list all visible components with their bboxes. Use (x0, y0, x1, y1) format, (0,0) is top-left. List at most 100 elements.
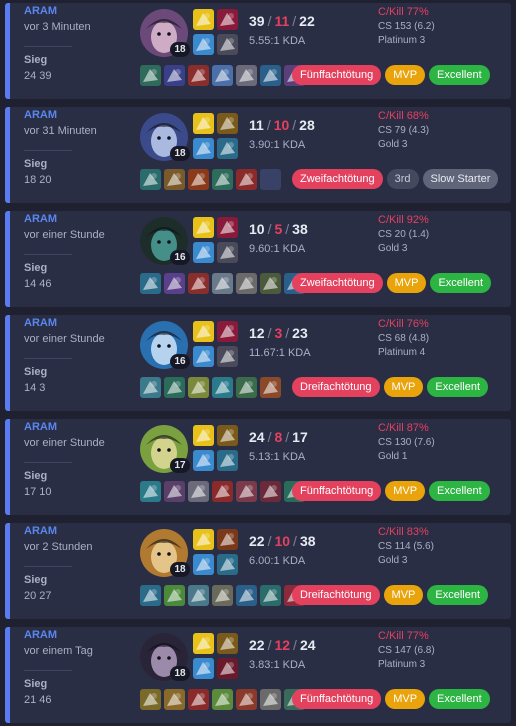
snowball-spell-icon[interactable] (217, 217, 238, 238)
item-icon[interactable] (188, 377, 209, 398)
item-icon[interactable] (188, 273, 209, 294)
match-card[interactable]: ARAM vor 2 Stunden Sieg 20 27 18 22/10/38 6.00… (5, 523, 511, 619)
item-icon[interactable] (140, 689, 161, 710)
achievement-badge[interactable]: Excellent (430, 273, 492, 293)
snowball-spell-icon[interactable] (217, 321, 238, 342)
achievement-badge[interactable]: Excellent (427, 585, 489, 605)
keystone-rune-icon[interactable] (193, 138, 214, 159)
secondary-rune-icon[interactable] (217, 554, 238, 575)
achievement-badge[interactable]: Excellent (427, 377, 489, 397)
item-icon[interactable] (212, 65, 233, 86)
achievement-badge[interactable]: Fünffachtötung (292, 689, 382, 709)
item-icon[interactable] (236, 169, 257, 190)
secondary-rune-icon[interactable] (217, 242, 238, 263)
achievement-badge[interactable]: MVP (383, 585, 424, 605)
item-icon[interactable] (188, 689, 209, 710)
item-icon[interactable] (164, 689, 185, 710)
flash-spell-icon[interactable] (193, 529, 214, 550)
separator: / (267, 533, 272, 549)
match-card[interactable]: ARAM vor 3 Minuten Sieg 24 39 18 39/11/22 5.55… (5, 3, 511, 99)
match-card[interactable]: ARAM vor einer Stunde Sieg 14 46 16 10/5/38 9.… (5, 211, 511, 307)
item-icon[interactable] (164, 65, 185, 86)
snowball-spell-icon[interactable] (217, 113, 238, 134)
secondary-rune-icon[interactable] (217, 450, 238, 471)
item-icon[interactable] (188, 65, 209, 86)
item-icon[interactable] (260, 377, 281, 398)
achievement-badge[interactable]: Fünffachtötung (292, 481, 382, 501)
item-icon[interactable] (260, 481, 281, 502)
achievement-badge[interactable]: Dreifachtötung (292, 377, 380, 397)
item-icon[interactable] (140, 169, 161, 190)
item-icon[interactable] (212, 273, 233, 294)
item-icon[interactable] (212, 169, 233, 190)
item-icon[interactable] (236, 273, 257, 294)
item-icon[interactable] (140, 585, 161, 606)
achievement-badge[interactable]: Fünffachtötung (292, 65, 382, 85)
item-icon[interactable] (164, 377, 185, 398)
item-icon[interactable] (188, 481, 209, 502)
snowball-spell-icon[interactable] (217, 633, 238, 654)
achievement-badge[interactable]: 3rd (386, 169, 419, 189)
item-icon[interactable] (260, 585, 281, 606)
item-icon[interactable] (140, 377, 161, 398)
snowball-spell-icon[interactable] (217, 9, 238, 30)
keystone-rune-icon[interactable] (193, 346, 214, 367)
match-card[interactable]: ARAM vor 31 Minuten Sieg 18 20 18 11/10/28 3.9… (5, 107, 511, 203)
item-icon[interactable] (236, 481, 257, 502)
secondary-rune-icon[interactable] (217, 34, 238, 55)
item-icon[interactable] (212, 377, 233, 398)
match-card[interactable]: ARAM vor einem Tag Sieg 21 46 18 22/12/24 3.83… (5, 627, 511, 723)
secondary-rune-icon[interactable] (217, 138, 238, 159)
secondary-rune-icon[interactable] (217, 658, 238, 679)
achievement-badge[interactable]: Zweifachtötung (292, 273, 383, 293)
match-card[interactable]: ARAM vor einer Stunde Sieg 14 3 16 12/3/23 11.… (5, 315, 511, 411)
achievement-badge[interactable]: Zweifachtötung (292, 169, 383, 189)
creep-score: CS 79 (4.3) (378, 125, 430, 136)
achievement-badge[interactable]: Slow Starter (422, 169, 499, 189)
keystone-rune-icon[interactable] (193, 554, 214, 575)
keystone-rune-icon[interactable] (193, 34, 214, 55)
item-icon[interactable] (236, 689, 257, 710)
item-icon[interactable] (212, 585, 233, 606)
flash-spell-icon[interactable] (193, 633, 214, 654)
keystone-rune-icon[interactable] (193, 450, 214, 471)
item-icon[interactable] (212, 481, 233, 502)
item-icon[interactable] (140, 481, 161, 502)
achievement-badge[interactable]: MVP (385, 689, 426, 709)
item-icon[interactable] (164, 169, 185, 190)
keystone-rune-icon[interactable] (193, 658, 214, 679)
flash-spell-icon[interactable] (193, 321, 214, 342)
item-icon[interactable] (236, 585, 257, 606)
match-card[interactable]: ARAM vor einer Stunde Sieg 17 10 17 24/8/17 5.… (5, 419, 511, 515)
snowball-spell-icon[interactable] (217, 529, 238, 550)
flash-spell-icon[interactable] (193, 425, 214, 446)
item-icon[interactable] (260, 273, 281, 294)
item-icon[interactable] (236, 377, 257, 398)
achievement-badge[interactable]: Excellent (429, 689, 490, 709)
item-icon[interactable] (260, 689, 281, 710)
keystone-rune-icon[interactable] (193, 242, 214, 263)
secondary-rune-icon[interactable] (217, 346, 238, 367)
achievement-badge[interactable]: Excellent (429, 65, 490, 85)
item-icon[interactable] (164, 481, 185, 502)
achievement-badge[interactable]: Dreifachtötung (292, 585, 380, 605)
flash-spell-icon[interactable] (193, 9, 214, 30)
flash-spell-icon[interactable] (193, 113, 214, 134)
item-icon[interactable] (140, 273, 161, 294)
flash-spell-icon[interactable] (193, 217, 214, 238)
achievement-badge[interactable]: Excellent (429, 481, 490, 501)
achievement-badge[interactable]: MVP (383, 377, 424, 397)
item-icon[interactable] (164, 585, 185, 606)
snowball-spell-icon[interactable] (217, 425, 238, 446)
item-icon[interactable] (140, 65, 161, 86)
item-icon[interactable] (212, 689, 233, 710)
achievement-badge[interactable]: MVP (386, 273, 427, 293)
item-icon[interactable] (188, 585, 209, 606)
item-icon[interactable] (164, 273, 185, 294)
item-icon[interactable] (236, 65, 257, 86)
item-icon[interactable] (260, 65, 281, 86)
achievement-badge[interactable]: MVP (385, 65, 426, 85)
achievement-badge[interactable]: MVP (385, 481, 426, 501)
match-stats: C/Kill 77% CS 153 (6.2) Platinum 3 (378, 3, 508, 63)
item-icon[interactable] (188, 169, 209, 190)
